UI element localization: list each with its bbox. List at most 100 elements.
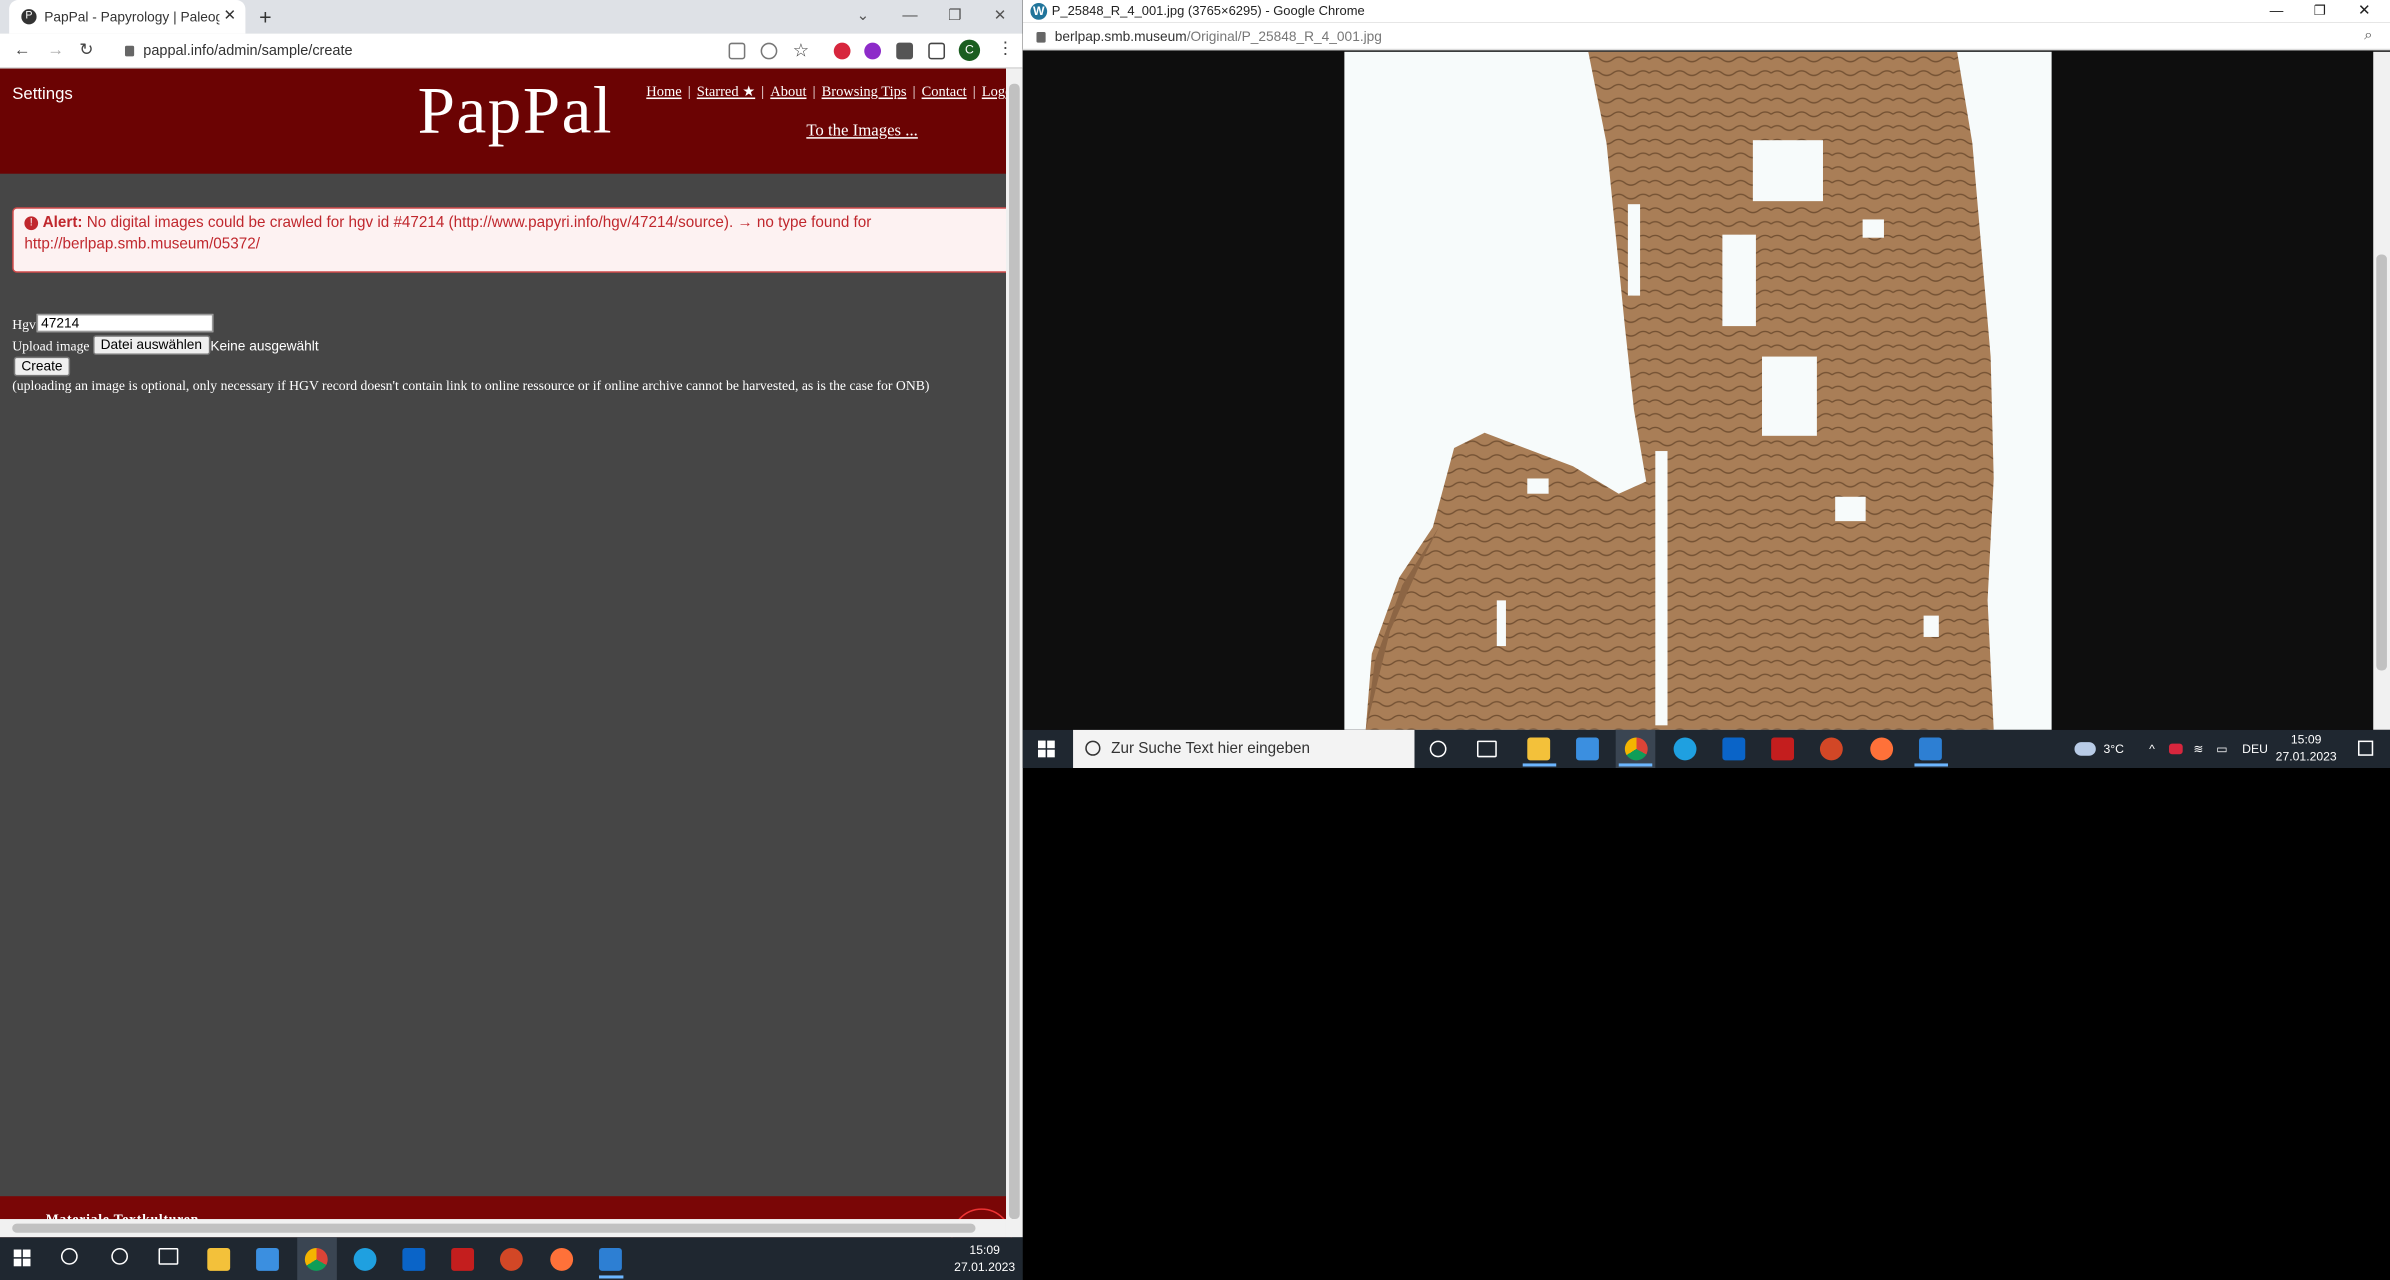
- vertical-scroll-thumb[interactable]: [2376, 254, 2387, 671]
- hgv-input[interactable]: 47214: [36, 313, 214, 333]
- windows-start-icon[interactable]: [1038, 740, 1056, 759]
- task-view-icon[interactable]: [1476, 740, 1497, 758]
- extension-red-icon[interactable]: [833, 42, 851, 60]
- battery-icon[interactable]: ▭: [2216, 730, 2228, 768]
- papyrus-fragment-svg: [1365, 51, 1994, 730]
- vertical-scroll-thumb[interactable]: [1009, 83, 1020, 1220]
- horizontal-scroll-thumb[interactable]: [12, 1223, 976, 1233]
- mail-icon[interactable]: [402, 1248, 426, 1271]
- menu-starred[interactable]: Starred ★: [697, 85, 755, 100]
- extension-purple-icon[interactable]: [864, 42, 882, 60]
- clock-date: 27.01.2023: [954, 1260, 1016, 1274]
- restore-icon[interactable]: ❐: [948, 0, 962, 34]
- close-tab-icon[interactable]: ✕: [223, 0, 236, 34]
- photos-icon[interactable]: [599, 1248, 622, 1271]
- tab-search-icon[interactable]: ⌄: [857, 0, 870, 34]
- menu-browsing-tips[interactable]: Browsing Tips: [822, 85, 907, 100]
- to-the-images-link[interactable]: To the Images ...: [806, 122, 918, 140]
- bookmark-star-icon[interactable]: ☆: [793, 40, 809, 61]
- onedrive-icon[interactable]: [2168, 743, 2183, 755]
- tab-pappal[interactable]: P PapPal - Papyrology | Paleograph ✕: [9, 0, 246, 34]
- edge-icon[interactable]: [353, 1248, 377, 1271]
- hgv-label: Hgv: [12, 316, 36, 333]
- chevron-up-icon[interactable]: ^: [2149, 730, 2155, 768]
- weather-temp[interactable]: 3°C: [2103, 730, 2123, 768]
- cortana-icon[interactable]: [111, 1248, 129, 1265]
- wifi-icon[interactable]: ≋: [2193, 730, 2203, 768]
- address-bar[interactable]: berlpap.smb.museum/Original/P_25848_R_4_…: [1022, 22, 2390, 51]
- extensions-puzzle-icon[interactable]: [896, 42, 914, 60]
- store-icon[interactable]: [256, 1248, 279, 1271]
- acrobat-icon[interactable]: [1771, 737, 1795, 761]
- upload-note: (uploading an image is optional, only ne…: [12, 377, 930, 394]
- clock-date: 27.01.2023: [2275, 749, 2337, 764]
- create-sample-form: Hgv 47214 Upload image Datei auswählen K…: [12, 313, 1003, 421]
- create-button[interactable]: Create: [13, 356, 71, 377]
- pappal-favicon-icon: P: [21, 9, 37, 25]
- lock-icon: [124, 45, 135, 57]
- minimize-icon[interactable]: —: [902, 0, 917, 34]
- papyrus-image[interactable]: [1344, 51, 2052, 730]
- address-bar-row: ← → ↻ pappal.info/admin/sample/create ☆ …: [0, 33, 1023, 69]
- url-field[interactable]: pappal.info/admin/sample/create: [119, 40, 717, 63]
- site-logo[interactable]: PapPal: [418, 72, 613, 150]
- profile-avatar[interactable]: C: [958, 39, 981, 61]
- close-window-icon[interactable]: ✕: [2358, 0, 2371, 23]
- menu-about[interactable]: About: [770, 85, 806, 100]
- task-view-icon[interactable]: [158, 1248, 179, 1265]
- reload-icon[interactable]: ↻: [79, 34, 93, 69]
- store-icon[interactable]: [1576, 737, 1599, 761]
- alert-label: Alert:: [42, 214, 83, 232]
- menu-contact[interactable]: Contact: [922, 85, 967, 100]
- tab-strip: P PapPal - Papyrology | Paleograph ✕ + ⌄…: [0, 0, 1023, 34]
- language-indicator[interactable]: DEU: [2242, 730, 2268, 768]
- chrome-menu-icon[interactable]: ⋮: [997, 38, 1014, 58]
- new-tab-button[interactable]: +: [259, 0, 271, 34]
- share-icon[interactable]: [760, 42, 778, 60]
- powerpoint-icon[interactable]: [499, 1248, 523, 1271]
- top-menu: Home | Starred ★ | About | Browsing Tips | Conta…: [646, 85, 1020, 101]
- back-icon[interactable]: ←: [14, 34, 31, 69]
- weather-cloud-icon[interactable]: [2074, 742, 2096, 756]
- side-panel-icon[interactable]: [928, 42, 946, 60]
- notification-icon[interactable]: [2357, 740, 2374, 756]
- photos-active-indicator: [599, 1275, 624, 1279]
- vertical-scrollbar[interactable]: [2373, 51, 2390, 730]
- choose-file-button[interactable]: Datei auswählen: [92, 335, 210, 356]
- acrobat-icon[interactable]: [451, 1248, 475, 1271]
- zoom-icon[interactable]: ⌕: [2364, 23, 2373, 50]
- menu-home[interactable]: Home: [646, 85, 681, 100]
- translate-icon[interactable]: [728, 42, 746, 60]
- settings-link[interactable]: Settings: [12, 85, 73, 103]
- close-window-icon[interactable]: ✕: [994, 0, 1007, 34]
- clock[interactable]: 15:09 27.01.2023: [2276, 730, 2337, 765]
- clock-time: 15:09: [2290, 732, 2322, 747]
- powerpoint-icon[interactable]: [1819, 737, 1843, 761]
- cortana-icon[interactable]: [1429, 740, 1447, 758]
- file-explorer-icon[interactable]: [1527, 737, 1551, 761]
- photos-indicator: [1914, 763, 1948, 767]
- file-explorer-icon[interactable]: [207, 1248, 231, 1271]
- edge-icon[interactable]: [1673, 737, 1697, 761]
- clock[interactable]: 15:09 27.01.2023: [954, 1242, 1015, 1276]
- chrome-icon[interactable]: [304, 1248, 328, 1271]
- minimize-icon[interactable]: —: [2270, 0, 2284, 23]
- windows-start-icon[interactable]: [13, 1249, 32, 1268]
- vertical-scrollbar[interactable]: [1005, 68, 1023, 1238]
- forward-icon[interactable]: →: [47, 34, 64, 69]
- left-browser-window: P PapPal - Papyrology | Paleograph ✕ + ⌄…: [0, 0, 1023, 1238]
- horizontal-scrollbar[interactable]: [0, 1219, 1006, 1238]
- firefox-icon[interactable]: [1870, 737, 1894, 761]
- restore-icon[interactable]: ❐: [2314, 0, 2326, 23]
- url-path: /Original/P_25848_R_4_001.jpg: [1186, 28, 1382, 45]
- photos-icon[interactable]: [1919, 737, 1942, 761]
- taskbar-search-box[interactable]: Zur Suche Text hier eingeben: [1073, 729, 1415, 769]
- firefox-icon[interactable]: [550, 1248, 574, 1271]
- url-text: pappal.info/admin/sample/create: [143, 42, 353, 60]
- title-bar: W P_25848_R_4_001.jpg (3765×6295) - Goog…: [1022, 0, 2390, 23]
- mail-icon[interactable]: [1722, 737, 1746, 761]
- chrome-icon[interactable]: [1624, 737, 1648, 761]
- chrome-indicator: [1618, 763, 1653, 767]
- search-icon[interactable]: [60, 1248, 78, 1265]
- alert-message-url: http://berlpap.smb.museum/05372/: [24, 236, 260, 253]
